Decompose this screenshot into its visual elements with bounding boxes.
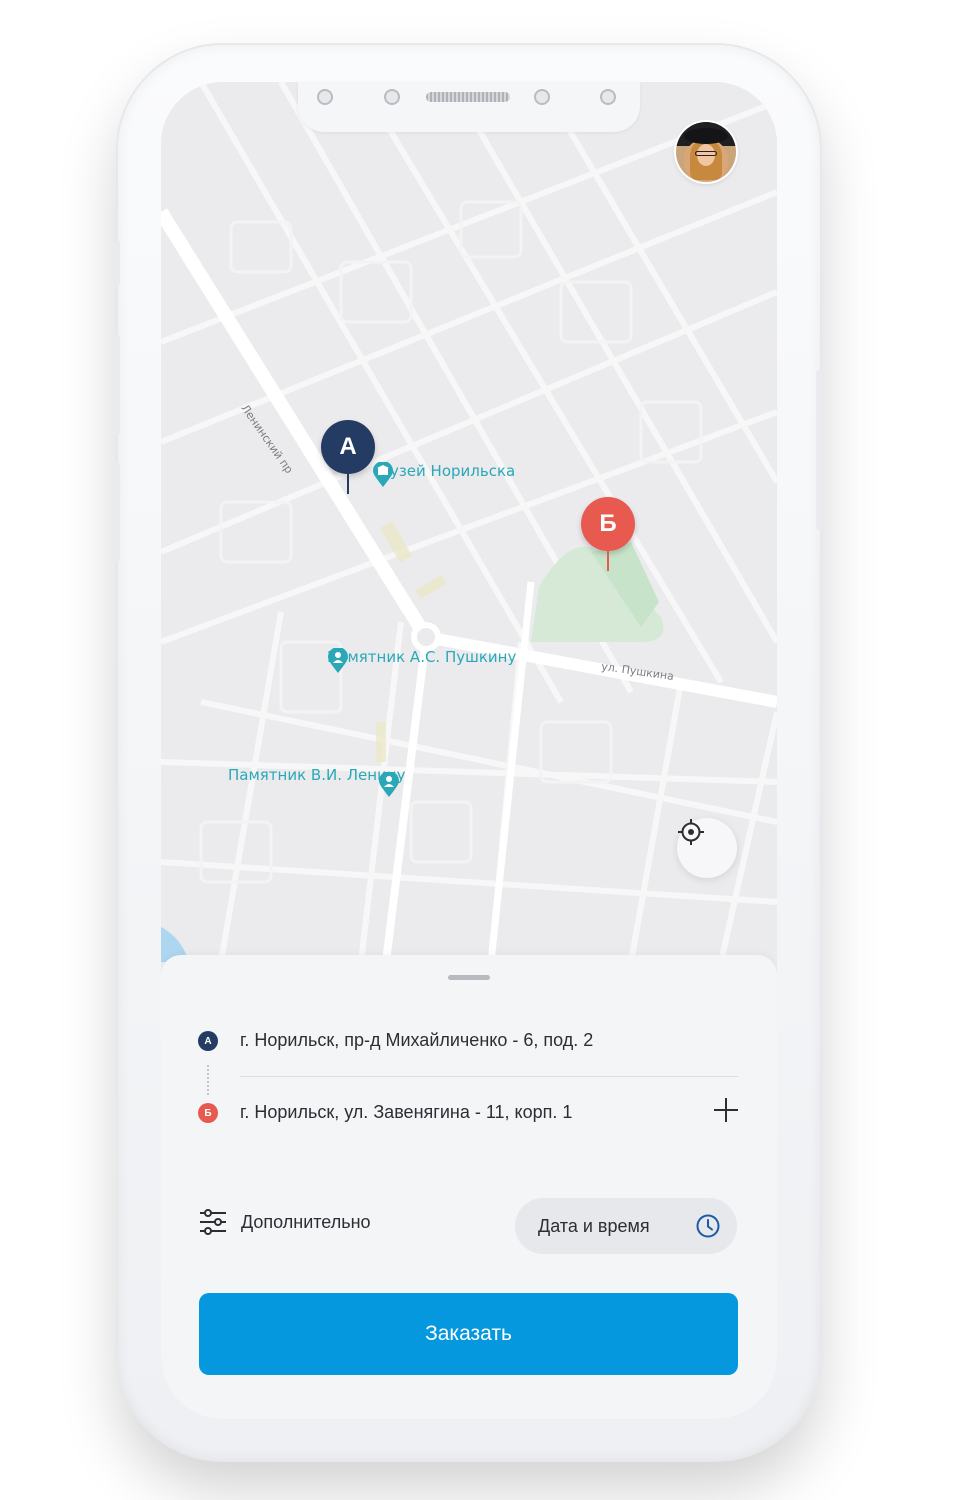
clock-icon [696, 1214, 720, 1238]
map-pin-a[interactable]: А [321, 420, 375, 494]
poi-pushkin-label: Памятник А.С. Пушкину [327, 648, 517, 666]
sliders-icon [200, 1209, 226, 1235]
pin-b-head: Б [581, 497, 635, 551]
extra-options-label: Дополнительно [241, 1211, 371, 1232]
route-connector [207, 1065, 209, 1095]
order-button[interactable]: Заказать [199, 1293, 738, 1375]
address-divider [240, 1076, 738, 1077]
route-marker-b: Б [198, 1103, 218, 1123]
phone-screen: Ленинский пр ул. Пушкина Музей Норильска… [161, 82, 777, 1419]
from-address[interactable]: г. Норильск, пр-д Михайличенко - 6, под.… [240, 1030, 593, 1051]
date-time-button[interactable]: Дата и время [515, 1198, 737, 1254]
route-marker-a: А [198, 1031, 218, 1051]
power-button [816, 370, 822, 530]
volume-up-button [114, 335, 120, 435]
front-camera [534, 89, 550, 105]
poi-lenin-monument[interactable]: Памятник В.И. Ленину [228, 766, 406, 797]
museum-icon [373, 462, 393, 487]
volume-down-button [114, 462, 120, 562]
plus-icon[interactable] [714, 1098, 738, 1122]
user-avatar[interactable] [676, 122, 736, 182]
phone-notch [298, 82, 640, 132]
locate-me-button[interactable] [677, 818, 737, 878]
poi-pushkin-monument[interactable]: Памятник А.С. Пушкину [327, 648, 522, 673]
pin-b-stem [607, 551, 609, 571]
extra-options-button[interactable]: Дополнительно [199, 1208, 371, 1236]
sensor-dot [384, 89, 400, 105]
sensor-dot [600, 89, 616, 105]
monument-icon [328, 648, 348, 673]
map-view[interactable]: Ленинский пр ул. Пушкина Музей Норильска… [161, 82, 777, 962]
poi-museum[interactable]: Музей Норильска [372, 462, 516, 487]
date-time-label: Дата и время [538, 1215, 650, 1236]
poi-museum-label: Музей Норильска [377, 462, 516, 480]
earpiece-speaker [426, 92, 510, 102]
mute-switch [114, 240, 120, 286]
sheet-drag-handle[interactable] [448, 975, 490, 980]
pin-a-stem [347, 474, 349, 494]
map-pin-b[interactable]: Б [581, 497, 635, 571]
monument-icon [379, 772, 399, 797]
pin-a-head: А [321, 420, 375, 474]
to-address[interactable]: г. Норильск, ул. Завенягина - 11, корп. … [240, 1102, 572, 1123]
crosshair-icon [678, 819, 704, 845]
sensor-dot [317, 89, 333, 105]
order-sheet: А г. Норильск, пр-д Михайличенко - 6, по… [161, 955, 777, 1419]
